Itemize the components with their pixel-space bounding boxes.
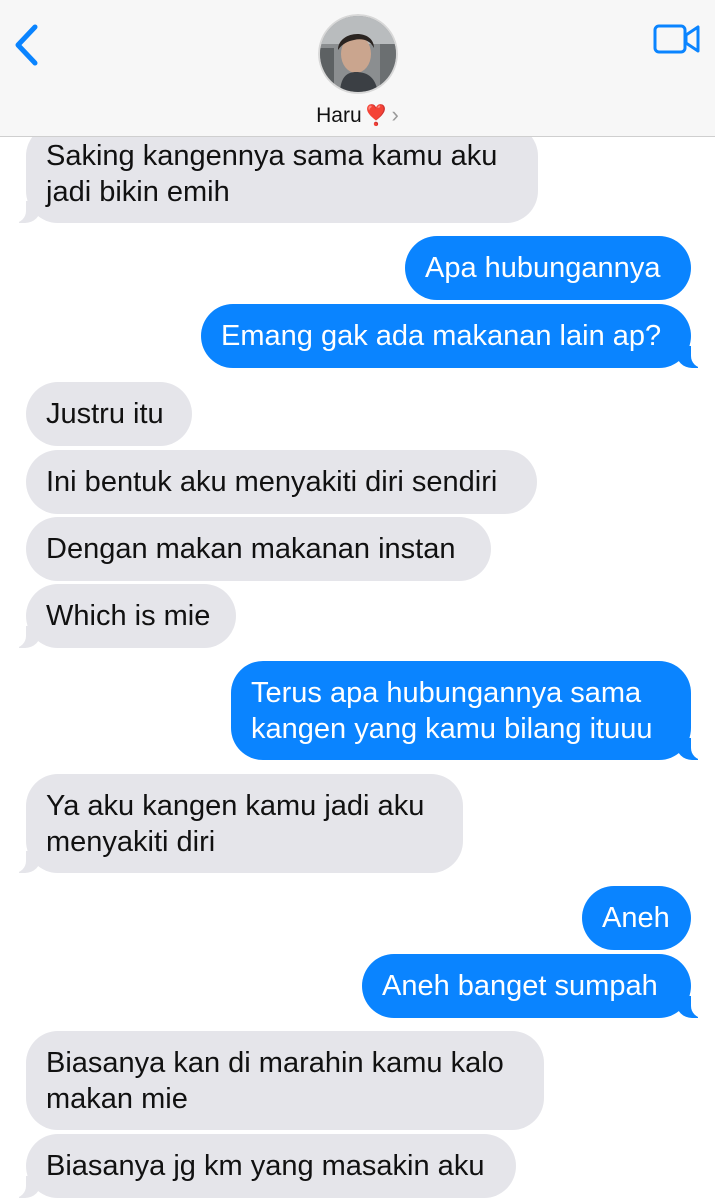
message-text: Apa hubungannya <box>425 252 661 284</box>
message-text: Saking kangennya sama kamu aku jadi biki… <box>46 139 498 208</box>
video-camera-icon[interactable] <box>653 22 701 56</box>
message-text: Ini bentuk aku menyakiti diri sendiri <box>46 466 498 498</box>
avatar-photo <box>318 14 398 94</box>
message-bubble-incoming: Ini bentuk aku menyakiti diri sendiri <box>26 450 537 514</box>
message-bubble-incoming: Biasanya jg km yang masakin aku <box>8 1134 516 1198</box>
heart-icon: ❣️ <box>363 105 389 127</box>
message-bubble-outgoing: Aneh banget sumpah <box>362 954 709 1018</box>
message-bubble-outgoing: Aneh <box>582 886 691 950</box>
message-bubble-incoming: Which is mie <box>8 584 236 648</box>
message-bubble-incoming: Dengan makan makanan instan <box>26 517 491 581</box>
chevron-right-icon: › <box>391 102 399 127</box>
message-bubble-incoming: Saking kangennya sama kamu aku jadi biki… <box>8 137 538 223</box>
message-bubble-outgoing: Apa hubungannya <box>405 236 691 300</box>
message-bubble-outgoing: Emang gak ada makanan lain ap? <box>201 304 709 368</box>
message-bubble-outgoing: Terus apa hubungannya sama kangen yang k… <box>231 661 709 760</box>
message-text: Biasanya kan di marahin kamu kalo makan … <box>46 1046 504 1115</box>
message-text: Aneh <box>602 902 670 934</box>
contact-name: Haru <box>316 104 362 127</box>
conversation-header: Haru ❣️ › <box>0 0 715 137</box>
message-text: Ya aku kangen kamu jadi aku menyakiti di… <box>46 789 425 858</box>
message-bubble-incoming: Justru itu <box>26 382 192 446</box>
message-text: Which is mie <box>46 600 211 632</box>
message-text: Justru itu <box>46 398 164 430</box>
message-thread[interactable]: Saking kangennya sama kamu aku jadi biki… <box>0 137 715 1200</box>
message-bubble-incoming: Biasanya kan di marahin kamu kalo makan … <box>26 1031 544 1130</box>
contact-name-row[interactable]: Haru ❣️ › <box>0 100 715 130</box>
message-text: Emang gak ada makanan lain ap? <box>221 320 662 352</box>
avatar[interactable] <box>318 14 398 94</box>
message-bubble-incoming: Ya aku kangen kamu jadi aku menyakiti di… <box>8 774 463 873</box>
message-text: Terus apa hubungannya sama kangen yang k… <box>251 676 653 745</box>
chevron-left-icon[interactable] <box>10 22 44 68</box>
message-text: Dengan makan makanan instan <box>46 533 456 565</box>
message-text: Biasanya jg km yang masakin aku <box>46 1150 485 1182</box>
message-text: Aneh banget sumpah <box>382 970 658 1002</box>
